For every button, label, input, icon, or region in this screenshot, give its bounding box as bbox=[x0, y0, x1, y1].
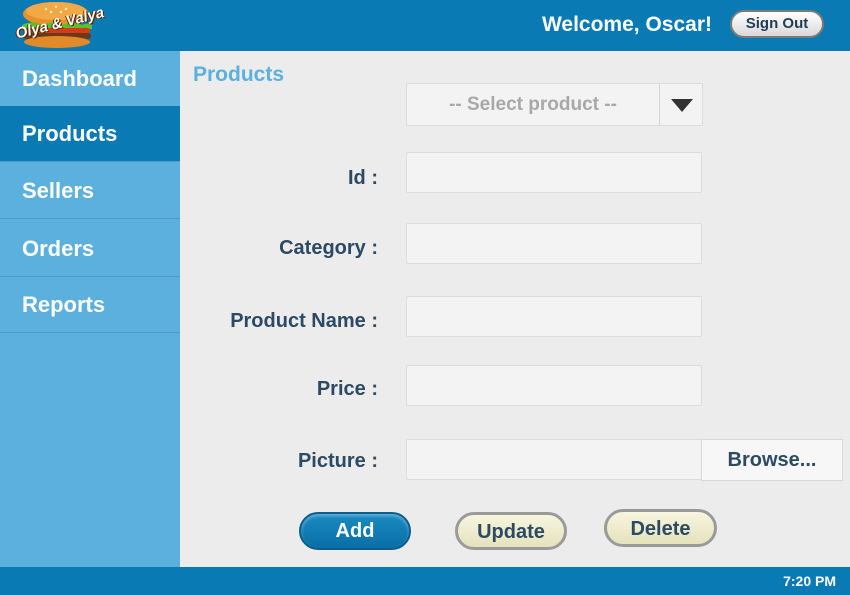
id-label: Id : bbox=[348, 167, 378, 189]
picture-label: Picture : bbox=[297, 450, 378, 472]
sidebar-item-sellers[interactable]: Sellers bbox=[0, 163, 180, 219]
update-button[interactable]: Update bbox=[455, 512, 567, 550]
product-name-field[interactable] bbox=[406, 296, 702, 337]
sidebar-item-orders[interactable]: Orders bbox=[0, 221, 180, 277]
logo: Olya & Valya bbox=[8, 0, 106, 51]
picture-field[interactable] bbox=[406, 439, 702, 480]
category-label: Category : bbox=[279, 237, 378, 259]
sidebar-item-dashboard[interactable]: Dashboard bbox=[0, 51, 180, 107]
category-field[interactable] bbox=[406, 223, 702, 264]
footer-bar: 7:20 PM bbox=[0, 567, 850, 595]
select-divider bbox=[659, 84, 660, 125]
delete-button[interactable]: Delete bbox=[604, 509, 717, 547]
header-bar: Olya & Valya Welcome, Oscar! Sign Out bbox=[0, 0, 850, 51]
chevron-down-icon[interactable] bbox=[671, 99, 693, 112]
id-field[interactable] bbox=[406, 152, 702, 193]
page-title: Products bbox=[193, 63, 285, 86]
sidebar-item-reports[interactable]: Reports bbox=[0, 277, 180, 333]
add-button[interactable]: Add bbox=[299, 512, 411, 550]
clock: 7:20 PM bbox=[783, 573, 836, 589]
price-field[interactable] bbox=[406, 365, 702, 406]
welcome-message: Welcome, Oscar! bbox=[541, 13, 712, 36]
sidebar: Dashboard Products Sellers Orders Report… bbox=[0, 51, 180, 567]
product-name-label: Product Name : bbox=[230, 310, 378, 332]
browse-button[interactable]: Browse... bbox=[701, 439, 843, 481]
product-select-value: -- Select product -- bbox=[449, 94, 617, 115]
price-label: Price : bbox=[316, 378, 378, 400]
sign-out-button[interactable]: Sign Out bbox=[730, 10, 824, 38]
sidebar-item-products[interactable]: Products bbox=[0, 106, 180, 162]
product-select[interactable]: -- Select product -- bbox=[406, 83, 703, 126]
